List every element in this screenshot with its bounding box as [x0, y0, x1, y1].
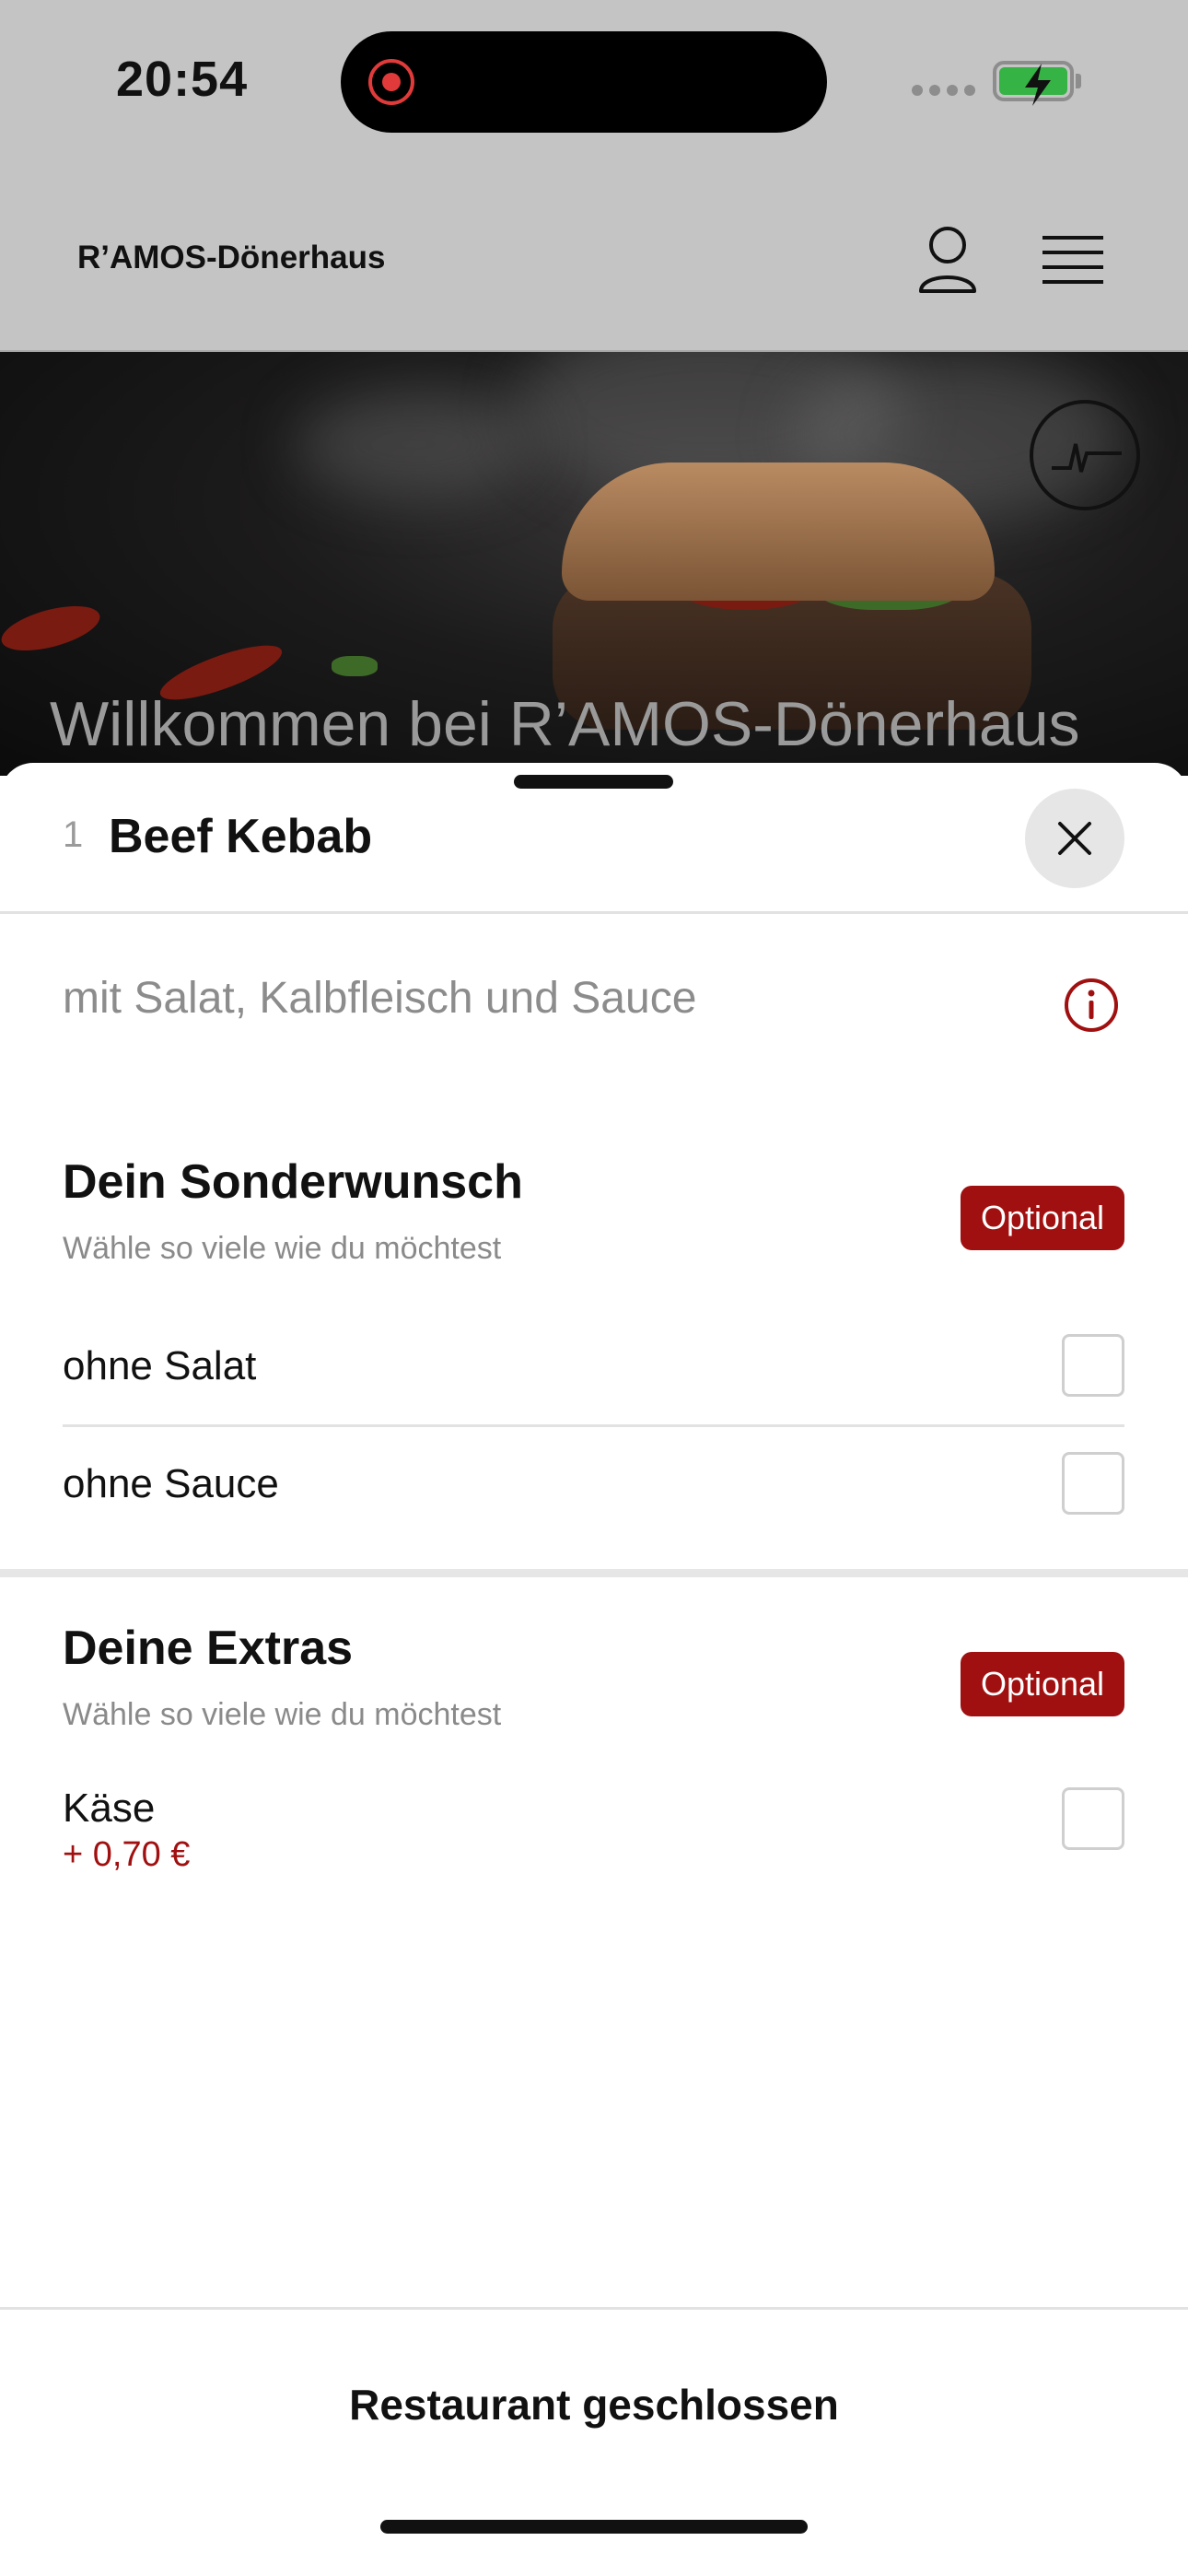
option-kaese[interactable]: Käse + 0,70 €	[63, 1786, 1124, 1924]
restaurant-logo	[1030, 400, 1140, 510]
option-label: Käse	[63, 1786, 156, 1831]
option-price: + 0,70 €	[63, 1835, 191, 1874]
checkbox[interactable]	[1062, 1452, 1124, 1515]
dynamic-island	[341, 31, 827, 133]
option-label: ohne Salat	[63, 1343, 257, 1388]
checkbox[interactable]	[1062, 1787, 1124, 1850]
battery-cap	[1076, 74, 1081, 88]
section-title: Dein Sonderwunsch	[63, 1155, 523, 1209]
option-ohne-salat[interactable]: ohne Salat	[63, 1306, 1124, 1424]
item-description: mit Salat, Kalbfleisch und Sauce	[63, 974, 697, 1023]
home-indicator	[380, 2520, 808, 2534]
item-quantity: 1	[63, 814, 84, 855]
status-time: 20:54	[116, 52, 249, 107]
close-button[interactable]	[1025, 789, 1124, 888]
checkbox[interactable]	[1062, 1334, 1124, 1397]
recording-icon	[368, 59, 414, 105]
sheet-header: 1 Beef Kebab	[0, 763, 1188, 914]
battery-icon	[993, 61, 1074, 106]
sheet-footer: Restaurant geschlossen	[0, 2307, 1188, 2576]
status-bar: 20:54	[0, 0, 1188, 166]
item-title: Beef Kebab	[109, 810, 373, 863]
option-label: ohne Sauce	[63, 1461, 279, 1506]
app-header: R’AMOS-Dönerhaus	[0, 166, 1188, 352]
info-icon[interactable]	[1064, 978, 1119, 1033]
section-title: Deine Extras	[63, 1622, 354, 1675]
brand-name[interactable]: R’AMOS-Dönerhaus	[77, 240, 385, 276]
restaurant-closed-label: Restaurant geschlossen	[349, 2381, 839, 2429]
section-subtitle: Wähle so viele wie du möchtest	[63, 1697, 502, 1732]
menu-icon[interactable]	[1042, 232, 1103, 287]
section-separator	[0, 1569, 1188, 1577]
hero-title: Willkommen bei R’AMOS-Dönerhaus	[50, 689, 1080, 759]
section-subtitle: Wähle so viele wie du möchtest	[63, 1231, 502, 1266]
optional-badge: Optional	[961, 1652, 1124, 1716]
option-ohne-sauce[interactable]: ohne Sauce	[63, 1426, 1124, 1544]
close-icon	[1058, 822, 1091, 855]
hero-banner: Willkommen bei R’AMOS-Dönerhaus	[0, 352, 1188, 776]
optional-badge: Optional	[961, 1186, 1124, 1250]
product-sheet: 1 Beef Kebab mit Salat, Kalbfleisch und …	[0, 763, 1188, 2576]
user-icon[interactable]	[917, 225, 978, 295]
sheet-grabber[interactable]	[514, 775, 673, 789]
signal-icon	[912, 85, 975, 96]
